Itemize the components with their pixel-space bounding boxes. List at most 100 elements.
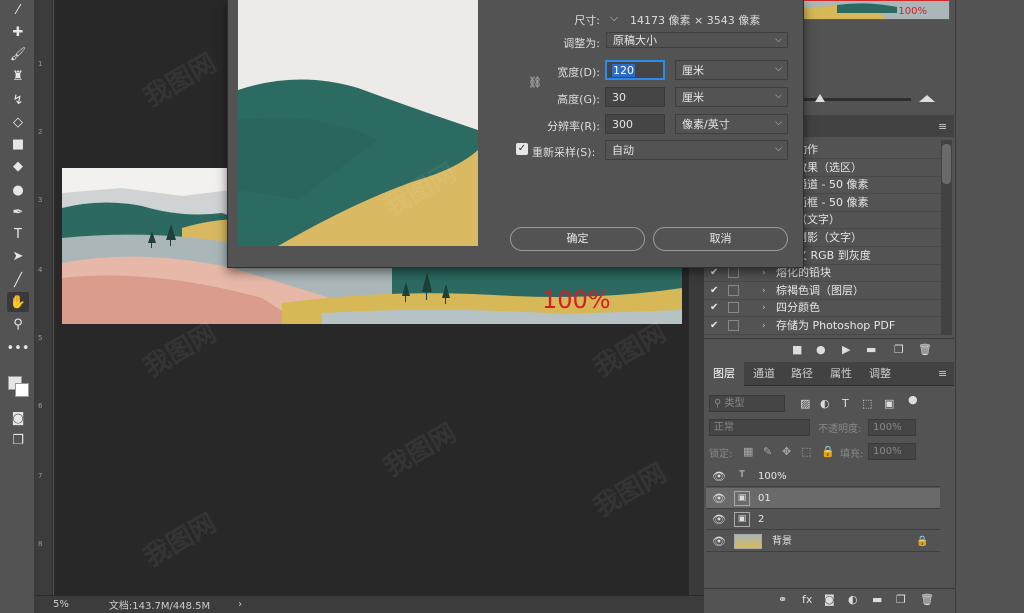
lock-image-icon[interactable]: ✎ <box>763 445 772 458</box>
expand-arrow-icon[interactable]: › <box>762 299 766 317</box>
filter-adjustment-icon[interactable]: ◐ <box>820 397 830 410</box>
layer-row[interactable]: 👁 ▣ 2 <box>706 509 940 530</box>
blur-icon[interactable]: ◆ <box>7 156 29 176</box>
actions-scroll-thumb[interactable] <box>942 144 951 184</box>
width-unit-select[interactable]: 厘米 ⌵ <box>675 60 788 80</box>
filter-type-icon[interactable]: T <box>842 397 849 410</box>
filter-smart-icon[interactable]: ▣ <box>884 397 894 410</box>
action-enabled-check-icon[interactable]: ✔ <box>710 282 718 300</box>
dialog-toggle-box[interactable] <box>728 267 739 279</box>
action-enabled-check-icon[interactable]: ✔ <box>710 317 718 335</box>
new-group-icon[interactable]: ▬ <box>872 593 882 606</box>
layer-row[interactable]: 👁 ▣ 01 <box>706 487 940 509</box>
layer-name[interactable]: 背景 <box>772 531 792 552</box>
zoom-in-icon[interactable] <box>919 95 935 102</box>
delete-icon[interactable]: 🗑 <box>918 343 932 356</box>
resample-select[interactable]: 自动 ⌵ <box>605 140 788 160</box>
dialog-toggle-box[interactable] <box>728 302 739 314</box>
height-input[interactable]: 30 <box>605 87 665 107</box>
action-row[interactable]: ✔ › 存储为 Photoshop PDF <box>704 317 944 335</box>
cancel-button[interactable]: 取消 <box>653 227 788 251</box>
healing-brush-icon[interactable]: ✚ <box>7 22 29 42</box>
dialog-toggle-box[interactable] <box>728 284 739 296</box>
background-color[interactable] <box>15 383 29 397</box>
line-icon[interactable]: ╱ <box>7 270 29 290</box>
filter-pixel-icon[interactable]: ▨ <box>800 397 810 410</box>
opacity-input[interactable]: 100% <box>868 419 916 436</box>
lock-pixels-icon[interactable]: ▦ <box>743 445 753 458</box>
adjustment-layer-icon[interactable]: ◐ <box>848 593 858 606</box>
filter-toggle-icon[interactable]: ● <box>908 393 918 406</box>
link-layers-icon[interactable]: ⚭ <box>778 593 787 606</box>
layer-style-icon[interactable]: fx <box>802 593 812 606</box>
panel-menu-icon[interactable]: ≡ <box>938 120 947 133</box>
visibility-eye-icon[interactable]: 👁 <box>712 488 726 509</box>
layers-menu-icon[interactable]: ≡ <box>938 367 947 380</box>
layer-name[interactable]: 100% <box>758 466 787 487</box>
layer-row[interactable]: 👁 背景 🔒 <box>706 531 940 552</box>
action-row[interactable]: ✔ › 棕褐色调（图层） <box>704 282 944 300</box>
quick-mask-icon[interactable]: ◙ <box>7 408 29 428</box>
new-action-icon[interactable]: ❐ <box>894 343 904 356</box>
tab-layers[interactable]: 图层 <box>704 362 744 386</box>
screen-mode-icon[interactable]: ❐ <box>7 430 29 450</box>
tab-channels[interactable]: 通道 <box>744 362 784 386</box>
lock-artboard-icon[interactable]: ⬚ <box>801 445 811 458</box>
history-brush-icon[interactable]: ↯ <box>7 90 29 110</box>
resolution-input[interactable]: 300 <box>605 114 665 134</box>
dodge-icon[interactable]: ● <box>7 180 29 200</box>
expand-arrow-icon[interactable]: › <box>762 317 766 335</box>
clone-stamp-icon[interactable]: ♜ <box>7 66 29 86</box>
lock-all-icon[interactable]: 🔒 <box>821 445 835 458</box>
dialog-toggle-box[interactable] <box>728 320 739 331</box>
delete-layer-icon[interactable]: 🗑 <box>920 593 934 606</box>
type-icon[interactable]: T <box>7 224 29 244</box>
width-input[interactable]: 120 <box>605 60 665 80</box>
color-swatches[interactable] <box>8 376 30 398</box>
record-icon[interactable]: ● <box>816 343 826 356</box>
resolution-unit-select[interactable]: 像素/英寸 ⌵ <box>675 114 788 134</box>
expand-arrow-icon[interactable]: › <box>762 282 766 300</box>
filter-shape-icon[interactable]: ⬚ <box>862 397 872 410</box>
more-tools-icon[interactable]: ••• <box>7 338 30 358</box>
action-row[interactable]: ✔ › 四分颜色 <box>704 299 944 318</box>
tab-properties[interactable]: 属性 <box>821 362 861 386</box>
stop-icon[interactable]: ■ <box>792 343 802 356</box>
eyedropper-icon[interactable]: ⁄ <box>7 0 29 20</box>
new-layer-icon[interactable]: ❐ <box>896 593 906 606</box>
status-menu-arrow[interactable]: › <box>238 599 242 610</box>
action-enabled-check-icon[interactable]: ✔ <box>710 299 718 317</box>
play-icon[interactable]: ▶ <box>842 343 850 356</box>
height-unit-select[interactable]: 厘米 ⌵ <box>675 87 788 107</box>
layer-row[interactable]: 👁 T 100% <box>706 466 940 487</box>
navigator-zoom-slider[interactable] <box>796 98 911 101</box>
hand-icon[interactable]: ✋ <box>7 292 29 312</box>
gradient-icon[interactable]: ■ <box>7 134 29 154</box>
zoom-slider-handle[interactable] <box>815 94 825 102</box>
actions-scrollbar[interactable] <box>941 140 952 335</box>
new-set-icon[interactable]: ▬ <box>866 343 876 356</box>
add-mask-icon[interactable]: ◙ <box>824 593 835 606</box>
tab-paths[interactable]: 路径 <box>782 362 822 386</box>
layer-lock-icon[interactable]: 🔒 <box>916 531 928 552</box>
blend-mode-select[interactable]: 正常 <box>709 419 810 436</box>
layer-filter-select[interactable]: ⚲ 类型 <box>709 395 785 412</box>
visibility-eye-icon[interactable]: 👁 <box>712 466 726 487</box>
visibility-eye-icon[interactable]: 👁 <box>712 509 726 530</box>
resample-checkbox[interactable]: ✓ <box>516 143 528 155</box>
ok-button[interactable]: 确定 <box>510 227 645 251</box>
fill-input[interactable]: 100% <box>868 443 916 460</box>
navigator-thumbnail[interactable]: 100% <box>796 0 950 20</box>
lock-position-icon[interactable]: ✥ <box>782 445 791 458</box>
dialog-preview[interactable] <box>238 0 478 246</box>
layer-name[interactable]: 01 <box>758 488 771 509</box>
path-selection-icon[interactable]: ➤ <box>7 246 29 266</box>
visibility-eye-icon[interactable]: 👁 <box>712 531 726 552</box>
layer-name[interactable]: 2 <box>758 509 764 530</box>
eraser-icon[interactable]: ◇ <box>7 112 29 132</box>
zoom-level[interactable]: 5% <box>53 599 69 610</box>
tab-adjustments[interactable]: 调整 <box>860 362 900 386</box>
zoom-icon[interactable]: ⚲ <box>7 314 29 334</box>
size-expand-chevron-icon[interactable]: ⌵ <box>610 11 618 25</box>
brush-icon[interactable]: 🖌 <box>7 44 29 64</box>
